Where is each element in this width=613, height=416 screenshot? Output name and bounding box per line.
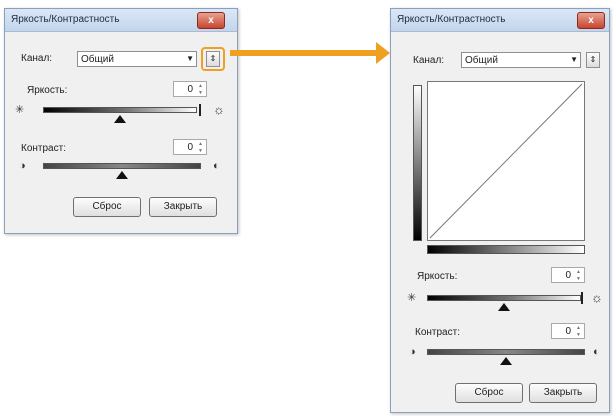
arrow-connector-line <box>230 50 378 56</box>
sun-bright-icon: ☼ <box>213 102 225 117</box>
chevron-down-icon: ▼ <box>570 55 578 64</box>
contrast-high-icon: ◐ <box>213 160 220 172</box>
expand-button[interactable]: ⇕ <box>206 51 220 67</box>
contrast-spinbox[interactable]: 0 ▲ ▼ <box>173 139 207 155</box>
brightness-value: 0 <box>565 270 571 281</box>
brightness-slider-track[interactable] <box>427 295 581 301</box>
expand-icon: ⇕ <box>209 54 217 63</box>
brightness-label: Яркость: <box>27 85 68 96</box>
contrast-label: Контраст: <box>415 327 460 338</box>
reset-button[interactable]: Сброс <box>73 197 141 217</box>
brightness-slider-thumb[interactable] <box>498 303 510 311</box>
brightness-slider-thumb[interactable] <box>114 115 126 123</box>
channel-label: Канал: <box>413 55 445 66</box>
close-window-button[interactable]: x <box>577 12 605 29</box>
title-bar: Яркость/Контрастность x <box>391 9 609 32</box>
brightness-spinbox[interactable]: 0 ▲ ▼ <box>173 81 207 97</box>
large-brightness-contrast-dialog: Яркость/Контрастность x Канал: Общий ▼ ⇕… <box>390 8 610 413</box>
close-button[interactable]: Закрыть <box>149 197 217 217</box>
contrast-slider-track[interactable] <box>427 349 585 355</box>
small-brightness-contrast-dialog: Яркость/Контрастность x Канал: Общий ▼ ⇕… <box>4 8 238 234</box>
spin-down-icon[interactable]: ▼ <box>196 148 205 154</box>
spin-up-icon[interactable]: ▲ <box>196 141 205 147</box>
channel-select[interactable]: Общий ▼ <box>461 52 581 68</box>
tone-curve <box>429 83 583 239</box>
contrast-value: 0 <box>565 326 571 337</box>
brightness-spinbox[interactable]: 0 ▲ ▼ <box>551 267 585 283</box>
arrow-connector-head <box>376 42 390 64</box>
collapse-button[interactable]: ⇕ <box>586 52 600 68</box>
spin-up-icon[interactable]: ▲ <box>196 83 205 89</box>
contrast-slider-thumb[interactable] <box>500 357 512 365</box>
contrast-high-icon: ◐ <box>593 346 600 358</box>
spin-down-icon[interactable]: ▼ <box>574 276 583 282</box>
contrast-slider-track[interactable] <box>43 163 201 169</box>
close-button[interactable]: Закрыть <box>529 383 597 403</box>
channel-select[interactable]: Общий ▼ <box>77 51 197 67</box>
channel-value: Общий <box>81 54 114 65</box>
close-window-button[interactable]: x <box>197 12 225 29</box>
spin-up-icon[interactable]: ▲ <box>574 269 583 275</box>
contrast-value: 0 <box>187 142 193 153</box>
title-bar: Яркость/Контрастность x <box>5 9 237 32</box>
chevron-down-icon: ▼ <box>186 54 194 63</box>
brightness-value: 0 <box>187 84 193 95</box>
spin-down-icon[interactable]: ▼ <box>196 90 205 96</box>
input-gradient-bar <box>427 245 585 254</box>
slider-end-mark <box>581 292 583 304</box>
dialog-title: Яркость/Контрастность <box>11 14 120 25</box>
tone-curve-graph[interactable] <box>427 81 585 241</box>
reset-button[interactable]: Сброс <box>455 383 523 403</box>
collapse-icon: ⇕ <box>589 55 597 64</box>
sun-dim-icon: ✳ <box>15 104 25 116</box>
contrast-low-icon: ◑ <box>409 346 416 358</box>
output-gradient-bar <box>413 85 422 241</box>
brightness-label: Яркость: <box>417 271 458 282</box>
channel-value: Общий <box>465 55 498 66</box>
contrast-spinbox[interactable]: 0 ▲ ▼ <box>551 323 585 339</box>
contrast-slider-thumb[interactable] <box>116 171 128 179</box>
spin-up-icon[interactable]: ▲ <box>574 325 583 331</box>
slider-end-mark <box>199 104 201 116</box>
spin-down-icon[interactable]: ▼ <box>574 332 583 338</box>
dialog-title: Яркость/Контрастность <box>397 14 506 25</box>
contrast-label: Контраст: <box>21 143 66 154</box>
brightness-slider-track[interactable] <box>43 107 197 113</box>
sun-bright-icon: ☼ <box>591 290 603 305</box>
channel-label: Канал: <box>21 53 53 64</box>
sun-dim-icon: ✳ <box>407 292 417 304</box>
contrast-low-icon: ◑ <box>19 160 26 172</box>
